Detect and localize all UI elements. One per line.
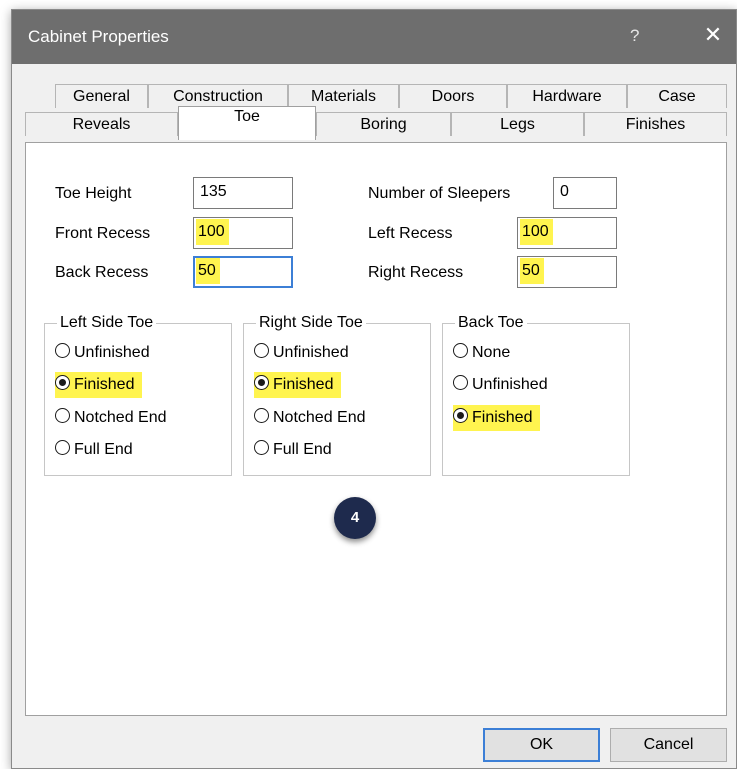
help-button[interactable]: ? bbox=[630, 26, 639, 46]
number-of-sleepers-input[interactable]: 0 bbox=[553, 177, 617, 209]
radio-label: Full End bbox=[273, 441, 332, 458]
radio-label: Full End bbox=[74, 441, 133, 458]
radio-checked-icon bbox=[254, 375, 269, 391]
back-toe-unfinished-radio[interactable]: Unfinished bbox=[453, 372, 548, 398]
radio-label: Unfinished bbox=[472, 376, 548, 393]
radio-unchecked-icon bbox=[254, 440, 269, 456]
right-recess-value: 50 bbox=[520, 258, 544, 284]
left-side-toe-title: Left Side Toe bbox=[57, 313, 157, 333]
radio-label: None bbox=[472, 344, 511, 361]
radio-checked-icon bbox=[453, 408, 468, 424]
radio-label: Finished bbox=[472, 409, 533, 426]
toe-tab-panel: Toe Height 135 Front Recess 100 Back Rec… bbox=[25, 142, 727, 716]
close-button[interactable]: ✕ bbox=[698, 20, 728, 50]
toe-height-label: Toe Height bbox=[55, 185, 132, 202]
radio-label: Finished bbox=[273, 376, 334, 393]
right-side-toe-title: Right Side Toe bbox=[256, 313, 366, 333]
toe-height-input[interactable]: 135 bbox=[193, 177, 293, 209]
step-number-badge: 4 bbox=[334, 497, 376, 539]
right-recess-label: Right Recess bbox=[368, 264, 464, 281]
radio-unchecked-icon bbox=[453, 375, 468, 391]
front-recess-label: Front Recess bbox=[55, 225, 151, 242]
right-toe-full-end-radio[interactable]: Full End bbox=[254, 437, 332, 463]
title-bar: Cabinet Properties ? ✕ bbox=[12, 10, 736, 64]
radio-unchecked-icon bbox=[55, 343, 70, 359]
front-recess-input[interactable]: 100 bbox=[193, 217, 293, 249]
radio-label: Finished bbox=[74, 376, 135, 393]
radio-unchecked-icon bbox=[254, 408, 269, 424]
left-recess-input[interactable]: 100 bbox=[517, 217, 617, 249]
ok-button[interactable]: OK bbox=[483, 728, 600, 762]
back-toe-none-radio[interactable]: None bbox=[453, 340, 510, 366]
radio-unchecked-icon bbox=[453, 343, 468, 359]
back-recess-input[interactable]: 50 bbox=[193, 256, 293, 288]
left-recess-value: 100 bbox=[520, 219, 553, 245]
left-toe-finished-radio[interactable]: Finished bbox=[55, 372, 143, 398]
close-icon: ✕ bbox=[703, 22, 723, 47]
back-recess-label: Back Recess bbox=[55, 264, 149, 281]
tab-finishes[interactable]: Finishes bbox=[584, 112, 727, 136]
tab-construction[interactable]: Construction bbox=[148, 84, 288, 108]
radio-unchecked-icon bbox=[254, 343, 269, 359]
tab-toe[interactable]: Toe bbox=[178, 106, 316, 140]
radio-label: Unfinished bbox=[74, 344, 150, 361]
toe-height-value: 135 bbox=[200, 183, 227, 200]
tab-doors[interactable]: Doors bbox=[399, 84, 507, 108]
left-toe-notched-end-radio[interactable]: Notched End bbox=[55, 405, 167, 431]
right-toe-unfinished-radio[interactable]: Unfinished bbox=[254, 340, 349, 366]
number-of-sleepers-value: 0 bbox=[560, 183, 569, 200]
front-recess-value: 100 bbox=[196, 219, 229, 245]
radio-unchecked-icon bbox=[55, 440, 70, 456]
left-recess-label: Left Recess bbox=[368, 225, 453, 242]
tab-general[interactable]: General bbox=[55, 84, 148, 108]
left-side-toe-group: Left Side Toe Unfinished Finished Notche… bbox=[44, 313, 232, 476]
tab-reveals[interactable]: Reveals bbox=[25, 112, 178, 136]
right-recess-input[interactable]: 50 bbox=[517, 256, 617, 288]
cabinet-properties-dialog: Cabinet Properties ? ✕ General Construct… bbox=[11, 9, 737, 769]
radio-unchecked-icon bbox=[55, 408, 70, 424]
tab-case[interactable]: Case bbox=[627, 84, 727, 108]
tab-materials[interactable]: Materials bbox=[288, 84, 399, 108]
right-side-toe-group: Right Side Toe Unfinished Finished Notch… bbox=[243, 313, 431, 476]
radio-label: Unfinished bbox=[273, 344, 349, 361]
window-title: Cabinet Properties bbox=[28, 27, 169, 46]
back-toe-finished-radio[interactable]: Finished bbox=[453, 405, 541, 431]
number-of-sleepers-label: Number of Sleepers bbox=[368, 185, 511, 202]
radio-label: Notched End bbox=[74, 409, 167, 426]
right-toe-finished-radio[interactable]: Finished bbox=[254, 372, 342, 398]
radio-label: Notched End bbox=[273, 409, 366, 426]
tab-hardware[interactable]: Hardware bbox=[507, 84, 627, 108]
right-toe-notched-end-radio[interactable]: Notched End bbox=[254, 405, 366, 431]
back-toe-title: Back Toe bbox=[455, 313, 527, 333]
radio-checked-icon bbox=[55, 375, 70, 391]
left-toe-full-end-radio[interactable]: Full End bbox=[55, 437, 133, 463]
cancel-button[interactable]: Cancel bbox=[610, 728, 727, 762]
tab-legs[interactable]: Legs bbox=[451, 112, 584, 136]
back-toe-group: Back Toe None Unfinished Finished bbox=[442, 313, 630, 476]
back-recess-value: 50 bbox=[196, 258, 220, 284]
tab-boring[interactable]: Boring bbox=[316, 112, 451, 136]
left-toe-unfinished-radio[interactable]: Unfinished bbox=[55, 340, 150, 366]
